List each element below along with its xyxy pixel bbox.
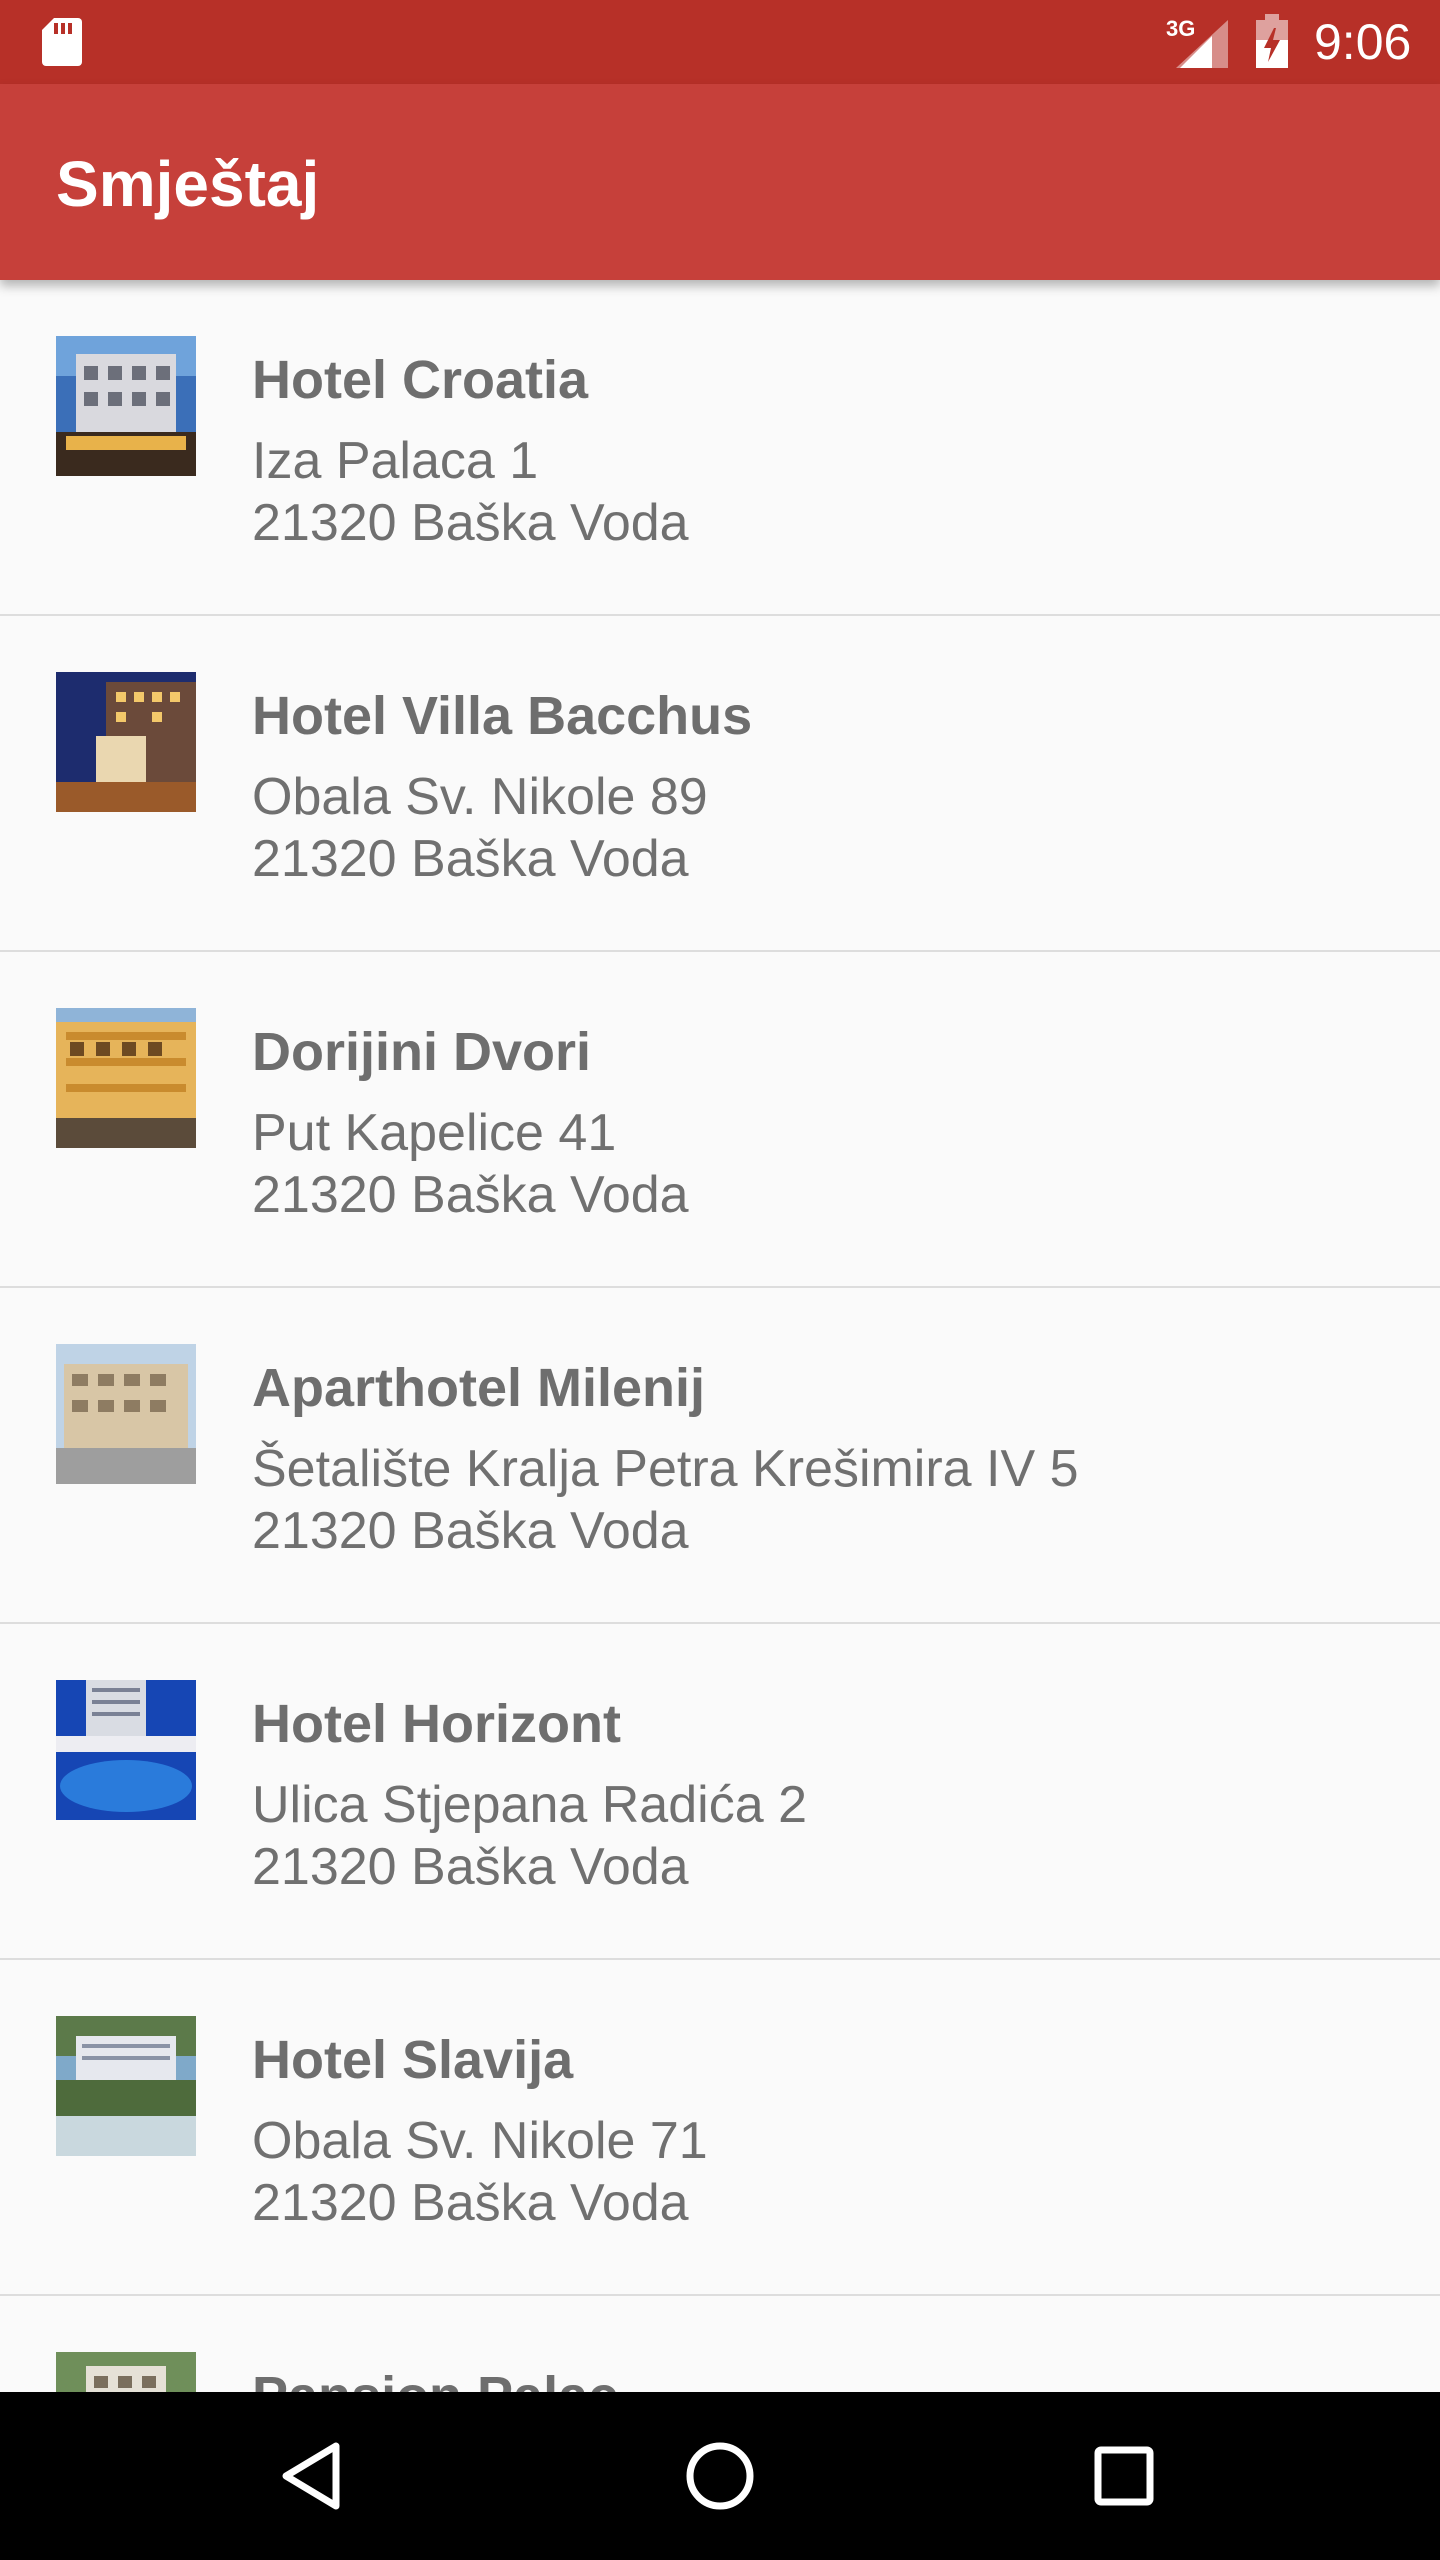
battery-icon [1256,14,1288,68]
hotel-name: Hotel Villa Bacchus [252,686,753,746]
hotel-thumbnail [56,336,196,476]
list-item[interactable]: Hotel Croatia Iza Palaca 1 21320 Baška V… [0,280,1440,616]
sd-card-icon [42,18,82,66]
hotel-city: 21320 Baška Voda [252,1502,689,1560]
hotel-thumbnail [56,2016,196,2156]
recent-apps-icon[interactable] [1080,2432,1168,2520]
hotel-name: Hotel Croatia [252,350,589,410]
hotel-city: 21320 Baška Voda [252,1838,689,1896]
hotel-city: 21320 Baška Voda [252,494,689,552]
app-bar: Smještaj [0,84,1440,280]
hotel-address: Obala Sv. Nikole 89 [252,768,708,826]
hotel-thumbnail [56,1344,196,1484]
list-item[interactable]: Hotel Horizont Ulica Stjepana Radića 2 2… [0,1624,1440,1960]
hotel-name: Hotel Slavija [252,2030,574,2090]
hotel-name: Hotel Horizont [252,1694,621,1754]
accommodation-list[interactable]: Hotel Croatia Iza Palaca 1 21320 Baška V… [0,280,1440,2392]
hotel-thumbnail [56,672,196,812]
clock: 9:06 [1314,14,1412,70]
list-item[interactable]: Aparthotel Milenij Šetalište Kralja Petr… [0,1288,1440,1624]
hotel-thumbnail [56,2352,196,2392]
hotel-name: Pansion Palac [252,2364,618,2392]
signal-icon: 3G [1166,16,1228,68]
hotel-city: 21320 Baška Voda [252,1166,689,1224]
hotel-address: Iza Palaca 1 [252,432,539,490]
list-item[interactable]: Hotel Villa Bacchus Obala Sv. Nikole 89 … [0,616,1440,952]
hotel-address: Obala Sv. Nikole 71 [252,2112,708,2170]
status-bar: 3G 9:06 [0,0,1440,84]
hotel-name: Dorijini Dvori [252,1022,592,1082]
list-item[interactable]: Hotel Slavija Obala Sv. Nikole 71 21320 … [0,1960,1440,2296]
hotel-name: Aparthotel Milenij [252,1358,706,1418]
hotel-address: Put Kapelice 41 [252,1104,617,1162]
navigation-bar [0,2392,1440,2560]
hotel-city: 21320 Baška Voda [252,830,689,888]
list-item[interactable]: Pansion Palac [0,2296,1440,2392]
home-icon[interactable] [676,2432,764,2520]
back-icon[interactable] [272,2432,360,2520]
hotel-address: Šetalište Kralja Petra Krešimira IV 5 [252,1440,1079,1498]
hotel-city: 21320 Baška Voda [252,2174,689,2232]
page-title: Smještaj [56,148,320,220]
hotel-thumbnail [56,1008,196,1148]
svg-text:3G: 3G [1166,16,1195,41]
list-item[interactable]: Dorijini Dvori Put Kapelice 41 21320 Baš… [0,952,1440,1288]
hotel-thumbnail [56,1680,196,1820]
hotel-address: Ulica Stjepana Radića 2 [252,1776,807,1834]
